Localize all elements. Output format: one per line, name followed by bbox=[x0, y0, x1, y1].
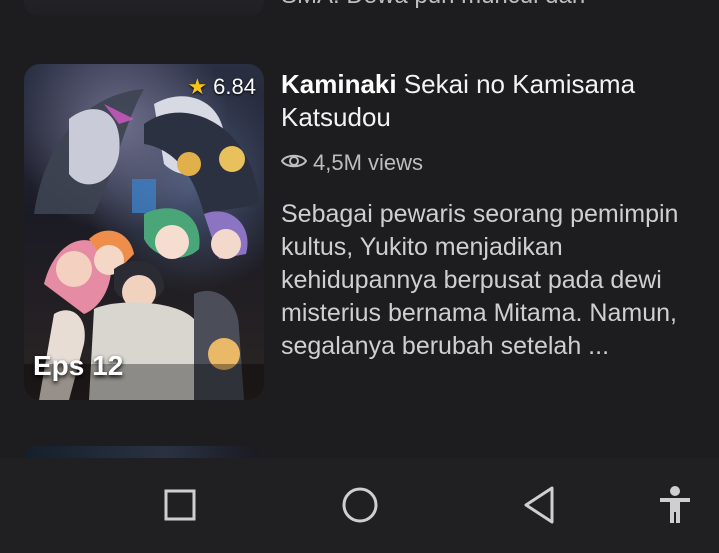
system-nav-bar bbox=[0, 458, 719, 553]
anime-synopsis: Sebagai pewaris seorang pemimpin kultus,… bbox=[281, 200, 679, 360]
next-item-thumbnail[interactable] bbox=[24, 446, 260, 458]
views-count: 4,5M views bbox=[280, 150, 424, 176]
anime-thumbnail[interactable]: ★ 6.84 Eps 12 bbox=[24, 64, 264, 400]
home-button[interactable] bbox=[336, 483, 384, 531]
accessibility-button[interactable] bbox=[651, 483, 699, 531]
previous-item-synopsis: SMA. Dewa pun muncul dan bbox=[281, 0, 585, 10]
rating-badge: ★ 6.84 bbox=[187, 74, 256, 100]
anime-title[interactable]: Kaminaki Sekai no Kamisama Katsudou bbox=[281, 68, 701, 134]
triangle-back-icon bbox=[522, 485, 558, 530]
title-highlight: Kaminaki bbox=[281, 69, 397, 99]
accessibility-icon bbox=[658, 485, 692, 530]
square-icon bbox=[163, 488, 197, 527]
back-button[interactable] bbox=[516, 483, 564, 531]
anime-card[interactable]: ★ 6.84 Eps 12 Kaminaki Sekai no Kamisama… bbox=[24, 64, 704, 400]
episode-badge: Eps 12 bbox=[33, 350, 124, 381]
views-text: 4,5M views bbox=[313, 150, 424, 175]
content-list: SMA. Dewa pun muncul dan bbox=[0, 0, 719, 458]
eye-icon bbox=[280, 150, 308, 176]
circle-icon bbox=[340, 485, 380, 530]
recents-button[interactable] bbox=[156, 483, 204, 531]
previous-item-thumbnail[interactable] bbox=[24, 0, 264, 16]
star-icon: ★ bbox=[187, 74, 208, 99]
rating-value: 6.84 bbox=[213, 74, 256, 99]
